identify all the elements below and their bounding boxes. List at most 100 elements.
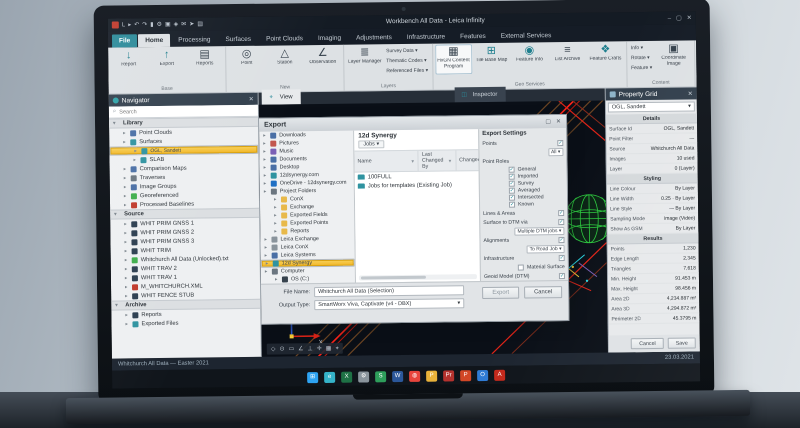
dialog-maximize-icon[interactable]: ▢: [545, 118, 551, 125]
quick-access-icon[interactable]: L: [122, 22, 125, 28]
alignments-checkbox[interactable]: [558, 237, 564, 243]
snap-tool-icon[interactable]: ◇: [271, 346, 276, 352]
panel-close-icon[interactable]: ✕: [249, 95, 254, 102]
ribbon-button[interactable]: ≡ List Archive: [549, 43, 586, 73]
expander-icon[interactable]: ▸: [265, 253, 269, 259]
expander-icon[interactable]: ▸: [124, 175, 128, 181]
ribbon-small-button[interactable]: Survey Data ▾: [384, 47, 430, 56]
expander-icon[interactable]: ▸: [264, 237, 268, 243]
jobs-filter-dropdown[interactable]: Jobs ▾: [358, 140, 384, 148]
infrastructure-checkbox[interactable]: [559, 255, 565, 261]
taskbar-icon[interactable]: X: [341, 371, 352, 382]
filter-icon[interactable]: ▼: [448, 158, 453, 163]
expander-icon[interactable]: ▸: [274, 229, 278, 235]
ribbon-tab[interactable]: Surfaces: [218, 33, 258, 46]
column-header[interactable]: Changed: [456, 150, 480, 170]
cancel-button[interactable]: Cancel: [524, 286, 562, 298]
expander-icon[interactable]: ▸: [274, 213, 278, 219]
ribbon-button[interactable]: ▣ Coordinate Image: [655, 41, 692, 71]
expander-icon[interactable]: ▾: [115, 302, 119, 308]
cancel-button[interactable]: Cancel: [631, 338, 664, 349]
expander-icon[interactable]: ▸: [123, 139, 127, 145]
ribbon-button[interactable]: ↓ Report: [110, 48, 147, 78]
export-button[interactable]: Export: [482, 287, 519, 299]
expander-icon[interactable]: ▸: [274, 205, 278, 211]
expander-icon[interactable]: ▸: [265, 245, 269, 251]
ribbon-button[interactable]: ▦ HxGN Content Program: [435, 44, 472, 74]
ribbon-tab[interactable]: Home: [138, 34, 170, 47]
quick-access-icon[interactable]: ◈: [174, 21, 179, 27]
expander-icon[interactable]: ▸: [124, 202, 128, 208]
expander-icon[interactable]: ▸: [125, 257, 129, 263]
expander-icon[interactable]: ▾: [113, 121, 117, 127]
ribbon-button[interactable]: ↑ Export: [148, 48, 185, 78]
expander-icon[interactable]: ▸: [125, 312, 129, 318]
expander-icon[interactable]: ▸: [275, 277, 279, 283]
tree-item[interactable]: ▸ Exported Files: [111, 318, 260, 329]
tab-view[interactable]: ⌖ View: [262, 89, 301, 104]
expander-icon[interactable]: ▸: [263, 149, 267, 155]
point-role-checkbox[interactable]: [509, 167, 515, 173]
point-role-checkbox[interactable]: [509, 188, 515, 194]
ribbon-small-button[interactable]: Referenced Files ▾: [384, 67, 430, 76]
expander-icon[interactable]: ▸: [274, 197, 278, 203]
ribbon-button[interactable]: ≣ Layer Manager: [346, 45, 383, 75]
material-surface-checkbox[interactable]: [518, 264, 524, 270]
expander-icon[interactable]: ▸: [264, 165, 268, 171]
snap-tool-icon[interactable]: ⊙: [279, 346, 284, 352]
maximize-icon[interactable]: ▢: [676, 15, 682, 21]
taskbar-icon[interactable]: A: [494, 369, 505, 380]
expander-icon[interactable]: ▸: [264, 181, 268, 187]
points-filter-dropdown[interactable]: All ▾: [548, 148, 564, 156]
expander-icon[interactable]: ▸: [124, 193, 128, 199]
quick-access-icon[interactable]: ➤: [189, 21, 194, 27]
ribbon-button[interactable]: ∠ Observation: [304, 46, 341, 76]
snap-tool-icon[interactable]: ⌖: [335, 345, 338, 351]
ribbon-tab[interactable]: Imaging: [311, 32, 348, 45]
expander-icon[interactable]: ▸: [125, 321, 129, 327]
ribbon-tab[interactable]: Point Clouds: [259, 32, 310, 46]
snap-tool-icon[interactable]: ▭: [288, 346, 294, 352]
snap-tool-icon[interactable]: ▦: [326, 345, 332, 351]
cad-canvas[interactable]: N X ◇ ⊙ ▭ ∠ ⊥: [259, 101, 608, 357]
lines-areas-checkbox[interactable]: [558, 210, 564, 216]
ribbon-button[interactable]: ▤ Reports: [186, 47, 223, 77]
expander-icon[interactable]: ▸: [263, 157, 267, 163]
expander-icon[interactable]: ▸: [133, 157, 137, 163]
surface-dtm-checkbox[interactable]: [558, 219, 564, 225]
quick-access-icon[interactable]: ↶: [134, 22, 139, 28]
expander-icon[interactable]: ▸: [264, 173, 268, 179]
taskbar-icon[interactable]: O: [477, 369, 488, 380]
expander-icon[interactable]: ▸: [263, 133, 267, 139]
taskbar-icon[interactable]: P: [426, 370, 437, 381]
quick-access-icon[interactable]: ✉: [181, 21, 186, 27]
expander-icon[interactable]: ▸: [266, 261, 270, 267]
output-type-dropdown[interactable]: SmartWorx Viva, Captivate (v4 - DBX) ▾: [314, 298, 464, 310]
filter-icon[interactable]: ▼: [410, 158, 415, 163]
taskbar-icon[interactable]: ⊞: [307, 372, 318, 383]
column-header[interactable]: Last Changed By▼: [419, 150, 456, 170]
taskbar-icon[interactable]: Pr: [443, 370, 454, 381]
panel-close-icon[interactable]: ✕: [688, 90, 693, 97]
ribbon-button[interactable]: ⊞ Tile Base Map: [473, 44, 510, 74]
snap-tool-icon[interactable]: ✛: [317, 346, 322, 352]
quick-access-icon[interactable]: ▮: [150, 22, 153, 28]
horizontal-scrollbar[interactable]: [359, 274, 477, 280]
point-role-checkbox[interactable]: [509, 181, 515, 187]
ribbon-tab[interactable]: Processing: [171, 33, 217, 47]
expander-icon[interactable]: ▸: [134, 148, 138, 154]
taskbar-icon[interactable]: ◍: [409, 370, 420, 381]
ribbon-small-button[interactable]: Thematic Codes ▾: [384, 57, 430, 66]
expander-icon[interactable]: ▸: [274, 221, 278, 227]
alignments-dropdown[interactable]: To Road Job ▾: [527, 245, 565, 253]
taskbar-icon[interactable]: ⚙: [358, 371, 369, 382]
save-button[interactable]: Save: [668, 337, 696, 348]
expander-icon[interactable]: ▸: [125, 266, 129, 272]
taskbar-icon[interactable]: W: [392, 371, 403, 382]
search-input[interactable]: [119, 107, 254, 115]
point-role-checkbox[interactable]: [509, 195, 515, 201]
expander-icon[interactable]: ▸: [123, 130, 127, 136]
close-icon[interactable]: ✕: [687, 15, 692, 21]
expander-icon[interactable]: ▸: [124, 184, 128, 190]
expander-icon[interactable]: ▸: [124, 230, 128, 236]
